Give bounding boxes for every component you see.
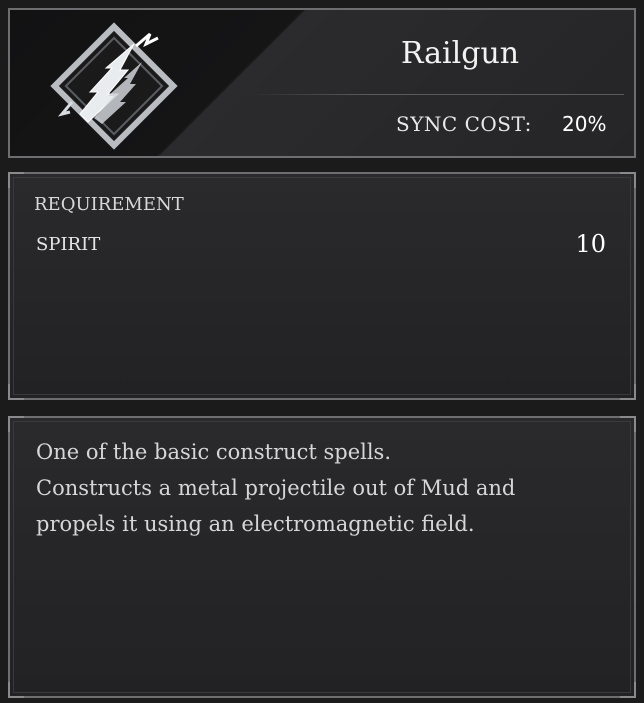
- spell-header: Railgun SYNC COST: 20%: [8, 8, 636, 158]
- sync-cost-label: SYNC COST:: [396, 112, 532, 136]
- description-line: propels it using an electromagnetic fiel…: [36, 512, 475, 536]
- frame-corner: [8, 682, 24, 698]
- sync-cost-value: 20%: [562, 112, 607, 136]
- frame-corner: [8, 172, 24, 188]
- requirement-panel: REQUIREMENT SPIRIT 10: [8, 172, 636, 400]
- header-divider: [250, 94, 624, 95]
- frame-corner: [620, 142, 634, 156]
- description-panel: One of the basic construct spells. Const…: [8, 416, 636, 698]
- frame-corner: [620, 682, 636, 698]
- requirement-stat-name: SPIRIT: [36, 234, 101, 255]
- description-line: Constructs a metal projectile out of Mud…: [36, 476, 516, 500]
- frame-corner: [10, 10, 24, 24]
- lightning-bolt-diamond-icon: [50, 22, 178, 150]
- frame-corner: [8, 384, 24, 400]
- frame-corner: [10, 142, 24, 156]
- description-line: One of the basic construct spells.: [36, 440, 392, 464]
- description-text: One of the basic construct spells. Const…: [36, 434, 606, 542]
- frame-corner: [620, 384, 636, 400]
- requirement-heading: REQUIREMENT: [34, 194, 184, 215]
- spell-title: Railgun: [400, 36, 520, 71]
- frame-corner: [620, 172, 636, 188]
- requirement-row: SPIRIT 10: [36, 230, 606, 262]
- frame-corner: [620, 10, 634, 24]
- frame-corner: [8, 416, 24, 432]
- requirement-stat-value: 10: [575, 230, 606, 258]
- frame-corner: [620, 416, 636, 432]
